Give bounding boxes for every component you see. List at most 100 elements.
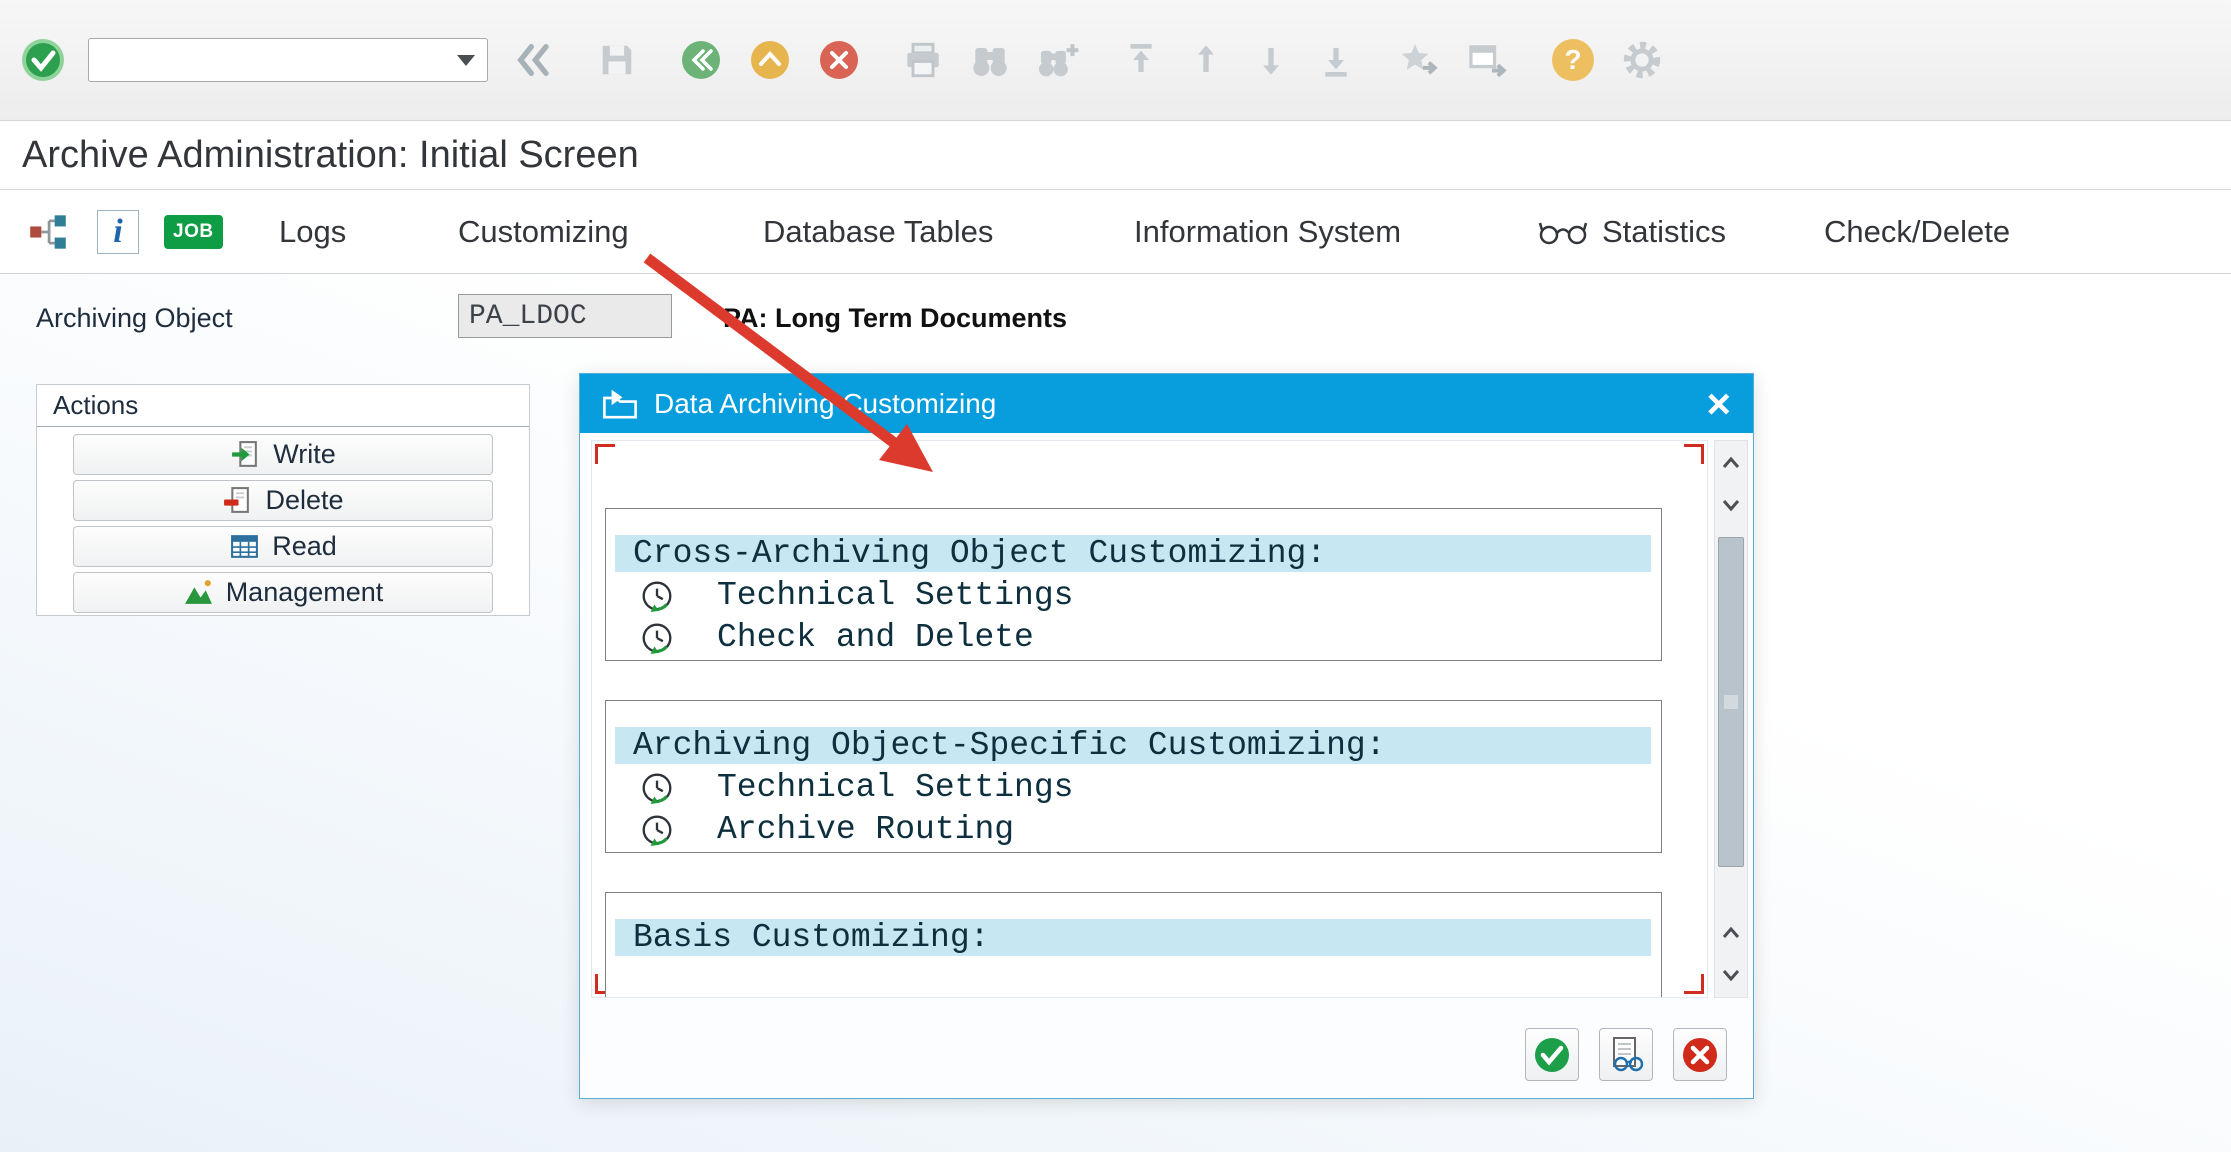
toolbar-button-customizing[interactable]: Customizing (458, 214, 629, 250)
last-page-button[interactable] (1317, 35, 1355, 85)
find-button[interactable] (970, 35, 1010, 85)
actions-button-list: Write Delete Read Management (37, 427, 529, 613)
scroll-down-icon[interactable] (1715, 955, 1747, 995)
layout-settings-button[interactable] (1621, 35, 1663, 85)
read-button[interactable]: Read (73, 526, 493, 567)
dialog-titlebar[interactable]: Data Archiving Customizing × (580, 374, 1753, 433)
exit-up-button[interactable] (749, 35, 791, 85)
help-button[interactable]: ? (1552, 35, 1594, 85)
item-label: Check and Delete (717, 619, 1034, 656)
toolbar-button-information-system[interactable]: Information System (1134, 214, 1401, 250)
last-page-icon (1325, 48, 1347, 77)
actions-panel-title: Actions (37, 385, 529, 427)
page-up-icon (1198, 45, 1214, 72)
scrollbar-thumb[interactable] (1718, 537, 1744, 867)
close-icon[interactable]: × (1706, 382, 1731, 425)
activity-clock-icon (642, 623, 672, 654)
back-double-button[interactable] (514, 35, 554, 85)
new-window-icon (1469, 45, 1507, 78)
cancel-button[interactable] (818, 35, 860, 85)
dialog-content-area: Cross-Archiving Object Customizing: Tech… (591, 440, 1708, 998)
button-label: Management (225, 577, 384, 607)
display-button[interactable] (1599, 1028, 1653, 1081)
printer-icon (907, 42, 939, 78)
object-tree-button[interactable] (28, 213, 68, 251)
button-label: Check/Delete (1824, 213, 2011, 249)
dialog-scrollbar[interactable] (1714, 440, 1748, 998)
button-label: Database Tables (763, 213, 994, 249)
write-button[interactable]: Write (73, 434, 493, 475)
display-doc-glasses-icon (1613, 1036, 1644, 1071)
question-glyph: ? (1564, 44, 1582, 75)
item-label: Archive Routing (717, 811, 1015, 848)
button-label: Delete (265, 485, 344, 515)
read-icon (231, 535, 259, 558)
selection-corner-icon (1684, 444, 1704, 464)
new-session-button[interactable] (1467, 35, 1509, 85)
command-field[interactable] (88, 38, 488, 82)
activity-clock-icon (642, 815, 672, 846)
group-cross-archiving: Cross-Archiving Object Customizing: Tech… (605, 508, 1662, 661)
button-label: Write (273, 439, 336, 469)
toolbar-button-check-delete[interactable]: Check/Delete (1824, 214, 2010, 250)
scroll-up-icon[interactable] (1715, 443, 1747, 483)
cancel-circle-icon (820, 41, 858, 79)
job-icon: JOB (164, 214, 223, 249)
archiving-object-label: Archiving Object (36, 303, 233, 333)
print-button[interactable] (903, 35, 943, 85)
scroll-down-icon[interactable] (1715, 485, 1747, 525)
find-next-button[interactable] (1037, 35, 1079, 85)
x-circle-icon (1683, 1037, 1717, 1072)
back-button[interactable] (680, 35, 722, 85)
help-icon: ? (1552, 39, 1594, 81)
cancel-dialog-button[interactable] (1673, 1028, 1727, 1081)
gear-icon (1623, 41, 1661, 79)
customizing-item[interactable]: Technical Settings (640, 577, 1661, 614)
double-chevron-left-icon (517, 44, 549, 77)
toolbar-button-database-tables[interactable]: Database Tables (763, 214, 993, 250)
selection-corner-icon (595, 444, 615, 464)
group-header-label: Archiving Object-Specific Customizing: (633, 727, 1386, 764)
toolbar-button-statistics[interactable]: Statistics (1538, 214, 1726, 250)
job-overview-button[interactable]: JOB (164, 214, 223, 249)
up-circle-icon (751, 41, 789, 79)
dialog-body: Cross-Archiving Object Customizing: Tech… (580, 433, 1753, 1098)
scroll-up-icon[interactable] (1715, 913, 1747, 953)
page-title: Archive Administration: Initial Screen (22, 133, 639, 176)
group-object-specific: Archiving Object-Specific Customizing: T… (605, 700, 1662, 853)
command-input[interactable] (89, 44, 445, 76)
page-down-icon (1263, 48, 1279, 75)
dialog-title: Data Archiving Customizing (654, 387, 997, 419)
info-icon: i (97, 209, 139, 254)
continue-button[interactable] (1525, 1028, 1579, 1081)
management-button[interactable]: Management (73, 572, 493, 613)
binoculars-icon (973, 48, 1007, 76)
glasses-icon (1538, 222, 1588, 244)
group-header: Basis Customizing: (615, 919, 1651, 956)
chevron-down-icon[interactable] (445, 39, 487, 81)
delete-button[interactable]: Delete (73, 480, 493, 521)
save-button[interactable] (597, 35, 637, 85)
create-shortcut-button[interactable] (1398, 35, 1440, 85)
system-toolbar: ? (0, 0, 2231, 121)
actions-panel: Actions Write Delete Read Management (36, 384, 530, 616)
customizing-item[interactable]: Technical Settings (640, 769, 1661, 806)
binoculars-plus-icon (1038, 44, 1079, 77)
button-label: Logs (279, 213, 347, 249)
archiving-object-input[interactable] (458, 294, 672, 338)
first-page-button[interactable] (1122, 35, 1160, 85)
info-button[interactable]: i (97, 209, 139, 254)
page-up-button[interactable] (1187, 35, 1225, 85)
page-down-button[interactable] (1252, 35, 1290, 85)
hierarchy-icon (30, 214, 66, 249)
enter-button[interactable] (20, 37, 66, 83)
group-header-label: Basis Customizing: (633, 919, 990, 956)
customizing-item[interactable]: Check and Delete (640, 619, 1661, 656)
enter-check-icon (22, 39, 64, 81)
activity-clock-icon (642, 581, 672, 612)
system-toolbar-icons: ? (514, 35, 1663, 85)
toolbar-button-logs[interactable]: Logs (279, 214, 346, 250)
customizing-item[interactable]: Archive Routing (640, 811, 1661, 848)
write-icon (232, 441, 258, 467)
group-basis: Basis Customizing: (605, 892, 1662, 997)
